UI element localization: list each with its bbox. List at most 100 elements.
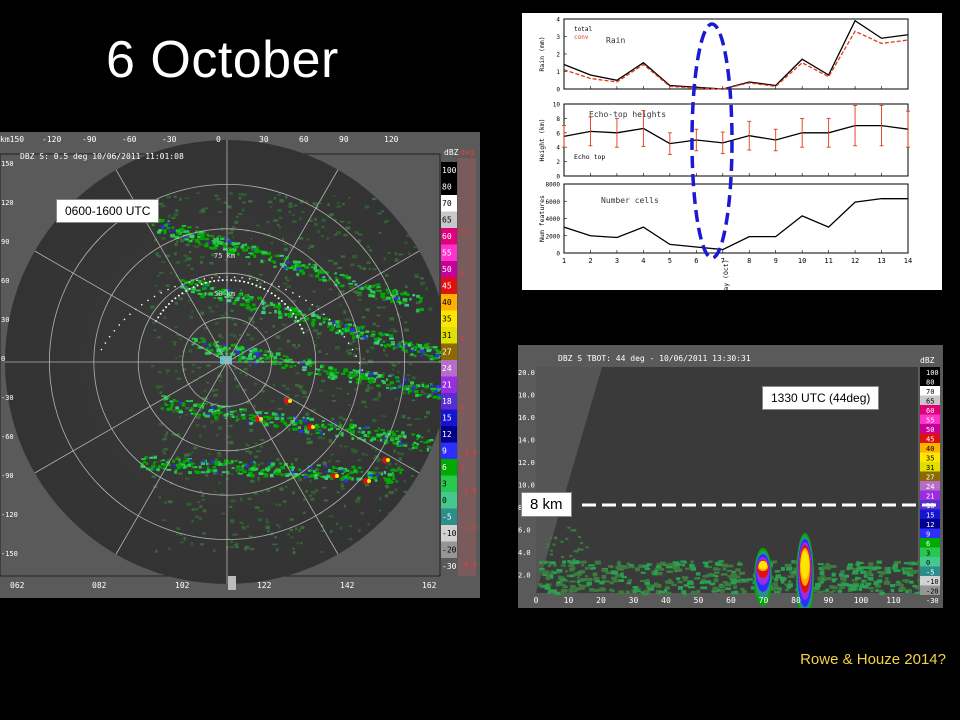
rhi-scale-value: 50 [926,426,934,434]
ppi-bottom-tick: 102 [175,581,190,590]
scale-value: 65 [442,216,452,225]
ppi-left-tick: -30 [1,394,14,402]
rhi-scale-value: 6 [926,540,930,548]
dbz-color-scale: 100 80 70 65 60 55 50 45 40 35 31 27 24 21 18 15 12 9 6 3 0 -… [441,162,457,575]
y-tick: 6 [556,130,560,137]
rhi-radar-image: DBZ S TBOT: 44 deg - 10/06/2011 13:30:31… [518,345,943,621]
ppi-bottom-tick: 142 [340,581,355,590]
rhi-x-tick: 70 [759,596,769,605]
legend-total: total [574,26,592,33]
scale-value: 15 [442,414,452,423]
ppi-top-tick: -60 [122,135,137,144]
range-label-50: 50 km [214,290,235,298]
scale-value: 18 [442,397,452,406]
x-tick: 13 [877,257,885,265]
x-tick: 8 [747,257,751,265]
ppi-top-tick: km150 [0,135,24,144]
subplot-title: Rain [606,36,625,45]
ppi-radar-panel: DBZ S: 0.5 deg 10/06/2011 11:01:08 km150… [0,132,480,598]
ppi-bottom-tick: 082 [92,581,107,590]
series-line [563,198,908,251]
scale-value: 100 [442,166,457,175]
rhi-scale-value: 15 [926,512,934,520]
scale-value: 55 [442,249,452,258]
y-tick: 10 [553,102,561,109]
x-tick: 1 [562,257,566,265]
rhi-scale-value: 35 [926,455,934,463]
y-tick: 1 [556,69,560,76]
ppi-left-tick: -90 [1,472,14,480]
rhi-scale-value: -30 [926,597,939,605]
citation: Rowe & Houze 2014? [800,651,946,668]
ppi-left-tick: -150 [1,550,18,558]
y-axis-label: Height (km) [538,118,546,161]
ppi-scale-unit: dBZ [444,148,459,157]
y-axis-label: Num features [538,195,546,242]
y-tick: 2000 [546,233,561,240]
deg-value: 7 [460,335,464,343]
rhi-scale-value: 60 [926,407,934,415]
rhi-scale-value: 45 [926,436,934,444]
deg-value: -1.5 [460,524,477,532]
scale-value: 12 [442,430,452,439]
rhi-header: DBZ S TBOT: 44 deg - 10/06/2011 13:30:31 [558,354,751,363]
y-axis-label: Rain (mm) [538,36,546,71]
scale-value: -5 [442,513,452,522]
y-tick: 4000 [546,216,561,223]
x-tick: 2 [588,257,592,265]
slide-title: 6 October [106,31,339,89]
deg-value: 9 [460,270,464,278]
rhi-scale-value: -10 [926,578,939,586]
rhi-y-tick: 12.0 [518,459,535,467]
rhi-x-tick: 50 [694,596,704,605]
rhi-dbz-color-scale: 100 8070 6560 5550 4540 3531 2724 2118 1512 96 30 -… [920,367,940,605]
rhi-y-tick: 16.0 [518,414,535,422]
rhi-y-tick: 20.0 [518,369,535,377]
ppi-top-tick: -90 [82,135,97,144]
height-callout: 8 km [521,492,572,517]
scale-value: 45 [442,282,452,291]
x-tick: 9 [774,257,778,265]
scale-value: -10 [442,529,457,538]
ppi-left-tick: -120 [1,511,18,519]
ppi-left-tick: 60 [1,277,9,285]
scale-value: 60 [442,232,452,241]
x-tick: 4 [641,257,645,265]
rhi-x-tick: 80 [791,596,801,605]
ppi-left-tick: 90 [1,238,9,246]
deg-value: 11 [460,227,468,235]
rhi-scale-value: 12 [926,521,934,529]
x-axis-label: Day (Oct) [722,259,730,290]
x-tick: 12 [851,257,859,265]
ppi-bottom-tick: 162 [422,581,437,590]
y-tick: 8000 [546,182,561,189]
rhi-time-callout: 1330 UTC (44deg) [762,386,880,410]
scale-value: 21 [442,381,452,390]
rhi-scale-value: -20 [926,588,939,596]
rhi-y-tick: 10.0 [518,482,535,490]
rhi-scale-value: 9 [926,531,930,539]
legend-conv: conv [574,34,589,41]
ppi-top-tick: 90 [339,135,349,144]
scale-value: -30 [442,562,457,571]
ppi-left-tick: 0 [1,355,5,363]
rhi-y-tick: 14.0 [518,437,535,445]
rhi-scale-value: 31 [926,464,934,472]
rhi-scale-value: -5 [926,569,934,577]
ppi-deg-unit: deg [460,148,475,157]
scale-value: -20 [442,546,457,555]
ppi-top-tick: 30 [259,135,269,144]
rhi-x-tick: 100 [854,596,869,605]
rhi-x-tick: 60 [726,596,736,605]
scale-value: 0 [442,496,447,505]
y-tick: 4 [556,17,560,24]
deg-value: -0.5 [460,561,477,569]
rhi-scale-value: 0 [926,559,930,567]
scale-value: 80 [442,183,452,192]
deg-value: 5 [460,404,464,412]
y-tick: 8 [556,116,560,123]
rhi-x-tick: 20 [596,596,606,605]
subplot-title: Number cells [601,196,659,205]
stats-subplot-2: 10 8 6 4 2 0 Height (km) Echo-top heights [538,102,910,181]
x-tick: 11 [824,257,832,265]
